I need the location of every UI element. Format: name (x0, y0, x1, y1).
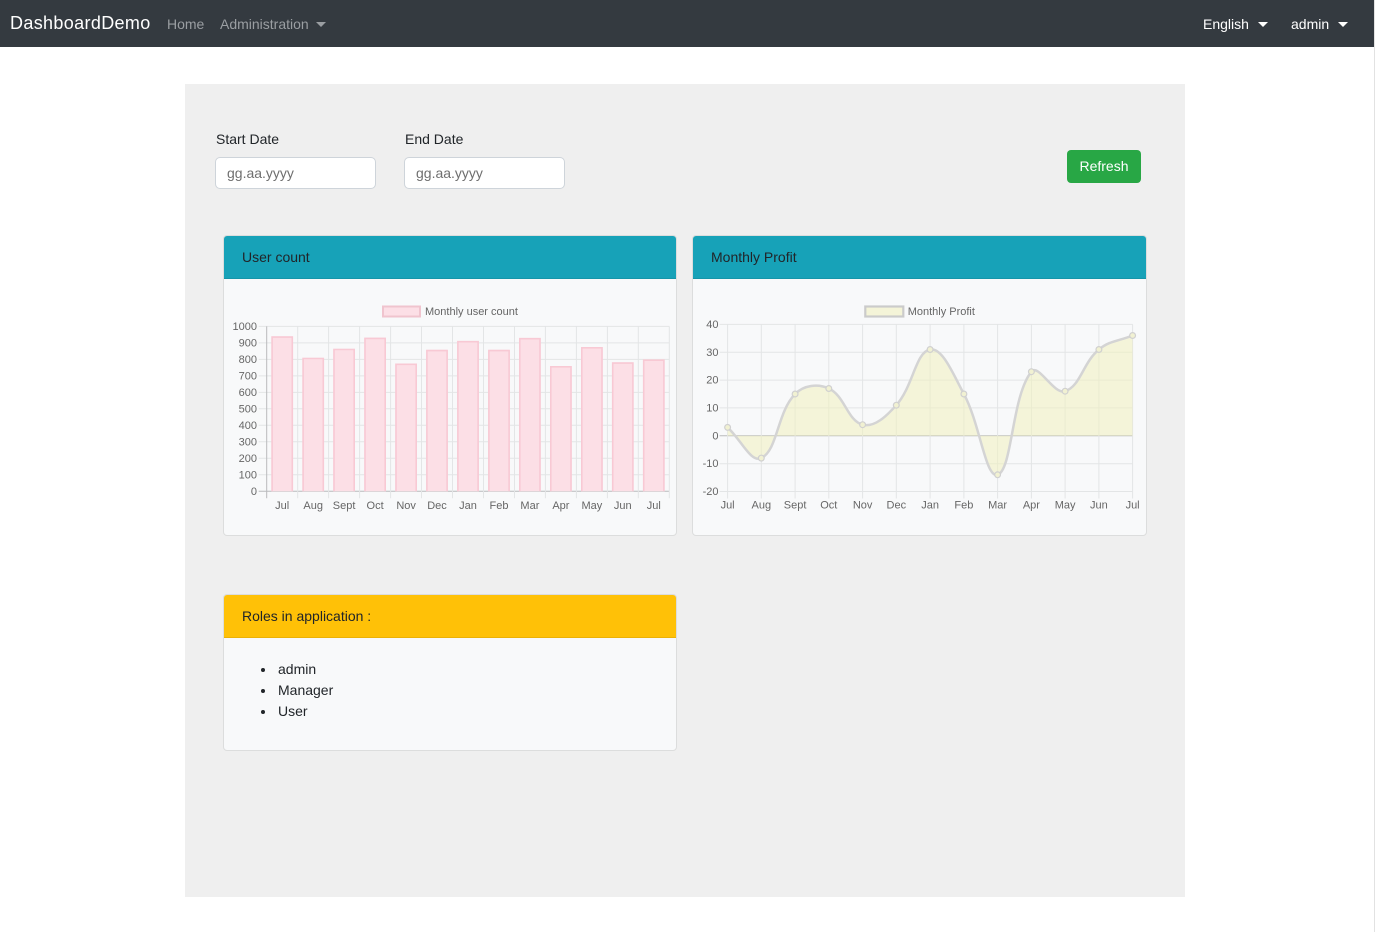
svg-text:500: 500 (239, 403, 257, 415)
svg-text:200: 200 (239, 453, 257, 465)
svg-text:100: 100 (239, 469, 257, 481)
svg-text:Mar: Mar (988, 500, 1007, 512)
svg-text:0: 0 (712, 430, 718, 442)
svg-text:May: May (582, 500, 603, 512)
svg-text:30: 30 (706, 347, 718, 359)
svg-text:Monthly Profit: Monthly Profit (908, 306, 975, 318)
svg-text:Dec: Dec (427, 500, 447, 512)
svg-text:Jun: Jun (1090, 500, 1108, 512)
svg-text:900: 900 (239, 337, 257, 349)
svg-text:300: 300 (239, 436, 257, 448)
svg-text:Apr: Apr (1023, 500, 1040, 512)
svg-text:Nov: Nov (396, 500, 416, 512)
svg-text:Aug: Aug (303, 500, 323, 512)
svg-text:10: 10 (706, 402, 718, 414)
svg-text:Jul: Jul (275, 500, 289, 512)
svg-text:Oct: Oct (820, 500, 837, 512)
svg-text:700: 700 (239, 370, 257, 382)
svg-text:Jan: Jan (459, 500, 477, 512)
svg-text:40: 40 (706, 319, 718, 331)
svg-text:Sept: Sept (333, 500, 356, 512)
svg-text:400: 400 (239, 420, 257, 432)
svg-text:-10: -10 (703, 458, 719, 470)
svg-text:Jul: Jul (1126, 500, 1140, 512)
svg-text:Monthly user count: Monthly user count (425, 306, 518, 318)
svg-text:Jul: Jul (721, 500, 735, 512)
svg-text:Oct: Oct (367, 500, 384, 512)
svg-text:Mar: Mar (520, 500, 539, 512)
svg-text:Sept: Sept (784, 500, 807, 512)
svg-text:May: May (1055, 500, 1076, 512)
svg-text:Nov: Nov (853, 500, 873, 512)
svg-text:-20: -20 (703, 486, 719, 498)
svg-text:Feb: Feb (490, 500, 509, 512)
svg-text:800: 800 (239, 354, 257, 366)
svg-text:Jun: Jun (614, 500, 632, 512)
svg-text:600: 600 (239, 387, 257, 399)
svg-text:0: 0 (251, 486, 257, 498)
svg-text:Jan: Jan (921, 500, 939, 512)
svg-text:Jul: Jul (647, 500, 661, 512)
svg-text:1000: 1000 (233, 321, 257, 333)
svg-text:20: 20 (706, 375, 718, 387)
svg-text:Apr: Apr (552, 500, 569, 512)
svg-text:Dec: Dec (887, 500, 907, 512)
svg-text:Aug: Aug (752, 500, 772, 512)
svg-text:Feb: Feb (954, 500, 973, 512)
